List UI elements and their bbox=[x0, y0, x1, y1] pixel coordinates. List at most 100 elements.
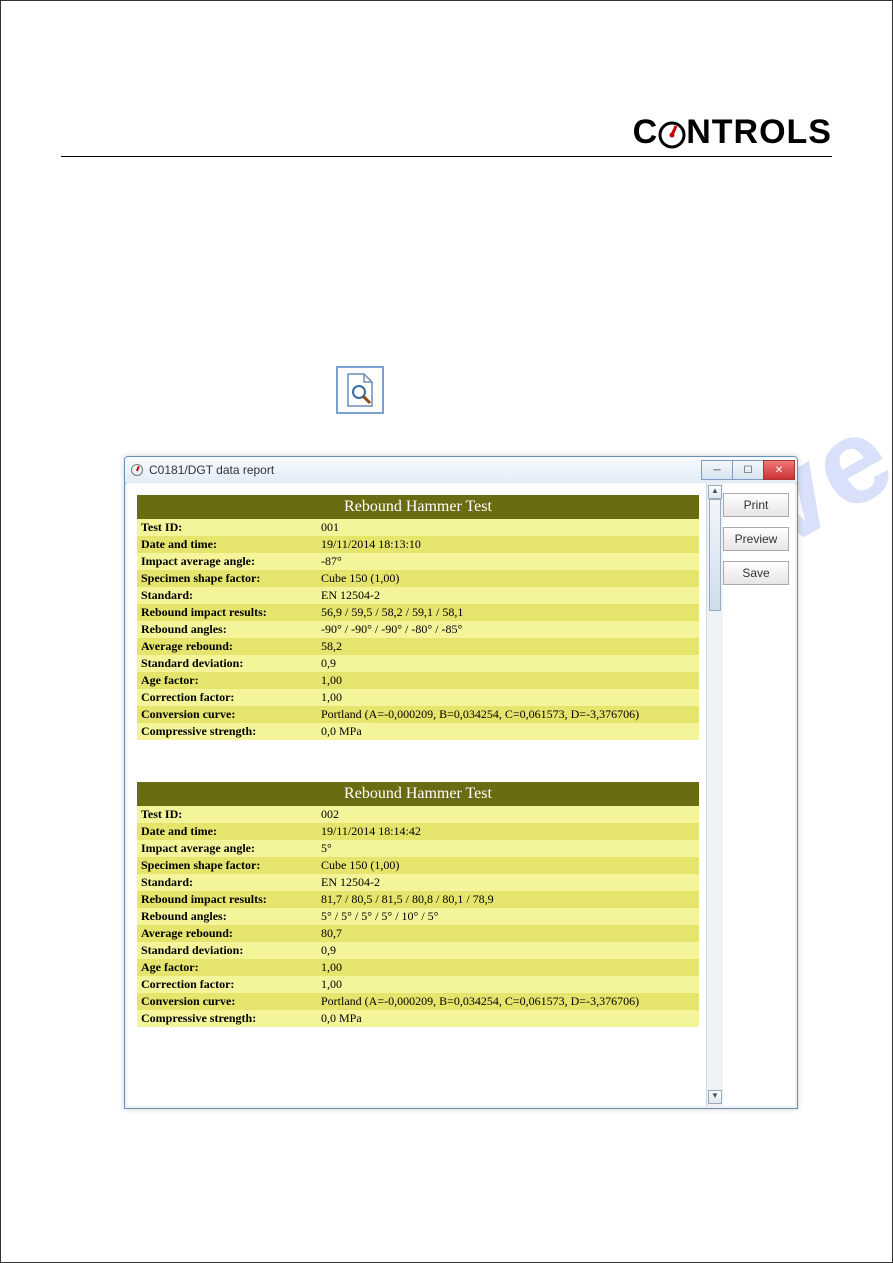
report-row: Standard:EN 12504-2 bbox=[137, 874, 699, 891]
report-block: Rebound Hammer TestTest ID:002Date and t… bbox=[137, 782, 699, 1027]
window-title: C0181/DGT data report bbox=[149, 463, 702, 477]
brand-left: C bbox=[633, 113, 659, 151]
row-label: Impact average angle: bbox=[137, 553, 317, 570]
row-value: Portland (A=-0,000209, B=0,034254, C=0,0… bbox=[317, 993, 699, 1010]
row-value: 56,9 / 59,5 / 58,2 / 59,1 / 58,1 bbox=[317, 604, 699, 621]
row-value: 19/11/2014 18:14:42 bbox=[317, 823, 699, 840]
row-value: Portland (A=-0,000209, B=0,034254, C=0,0… bbox=[317, 706, 699, 723]
report-row: Compressive strength:0,0 MPa bbox=[137, 723, 699, 740]
row-label: Standard: bbox=[137, 587, 317, 604]
row-label: Test ID: bbox=[137, 806, 317, 823]
brand-right: NTROLS bbox=[686, 113, 832, 151]
report-row: Rebound angles:5° / 5° / 5° / 5° / 10° /… bbox=[137, 908, 699, 925]
report-row: Specimen shape factor:Cube 150 (1,00) bbox=[137, 570, 699, 587]
row-value: 80,7 bbox=[317, 925, 699, 942]
print-button[interactable]: Print bbox=[723, 493, 789, 517]
preview-document-icon bbox=[336, 366, 384, 414]
row-label: Conversion curve: bbox=[137, 993, 317, 1010]
row-label: Correction factor: bbox=[137, 976, 317, 993]
row-value: 0,0 MPa bbox=[317, 723, 699, 740]
report-block: Rebound Hammer TestTest ID:001Date and t… bbox=[137, 495, 699, 740]
row-label: Conversion curve: bbox=[137, 706, 317, 723]
row-value: 0,9 bbox=[317, 655, 699, 672]
report-row: Standard:EN 12504-2 bbox=[137, 587, 699, 604]
row-value: 002 bbox=[317, 806, 699, 823]
row-label: Specimen shape factor: bbox=[137, 570, 317, 587]
row-value: 5° bbox=[317, 840, 699, 857]
report-row: Impact average angle:5° bbox=[137, 840, 699, 857]
report-row: Date and time:19/11/2014 18:13:10 bbox=[137, 536, 699, 553]
report-row: Rebound impact results:81,7 / 80,5 / 81,… bbox=[137, 891, 699, 908]
brand-logo: C NTROLS bbox=[633, 113, 832, 152]
row-value: 0,9 bbox=[317, 942, 699, 959]
minimize-button[interactable]: ─ bbox=[701, 460, 733, 480]
scroll-down-arrow[interactable]: ▼ bbox=[708, 1090, 722, 1104]
row-label: Test ID: bbox=[137, 519, 317, 536]
report-row: Correction factor:1,00 bbox=[137, 689, 699, 706]
row-label: Rebound impact results: bbox=[137, 891, 317, 908]
report-row: Conversion curve:Portland (A=-0,000209, … bbox=[137, 706, 699, 723]
row-value: -87° bbox=[317, 553, 699, 570]
report-heading: Rebound Hammer Test bbox=[137, 495, 699, 519]
row-value: -90° / -90° / -90° / -80° / -85° bbox=[317, 621, 699, 638]
row-label: Standard: bbox=[137, 874, 317, 891]
row-value: 1,00 bbox=[317, 976, 699, 993]
report-viewport: Rebound Hammer TestTest ID:001Date and t… bbox=[127, 483, 706, 1106]
row-label: Compressive strength: bbox=[137, 723, 317, 740]
row-value: 1,00 bbox=[317, 672, 699, 689]
report-row: Correction factor:1,00 bbox=[137, 976, 699, 993]
row-value: 19/11/2014 18:13:10 bbox=[317, 536, 699, 553]
scroll-up-arrow[interactable]: ▲ bbox=[708, 485, 722, 499]
titlebar[interactable]: C0181/DGT data report ─ ☐ ✕ bbox=[125, 457, 797, 484]
report-row: Standard deviation:0,9 bbox=[137, 655, 699, 672]
row-label: Standard deviation: bbox=[137, 942, 317, 959]
row-label: Compressive strength: bbox=[137, 1010, 317, 1027]
row-value: 0,0 MPa bbox=[317, 1010, 699, 1027]
report-row: Average rebound:58,2 bbox=[137, 638, 699, 655]
report-row: Age factor:1,00 bbox=[137, 672, 699, 689]
row-label: Age factor: bbox=[137, 959, 317, 976]
row-label: Rebound impact results: bbox=[137, 604, 317, 621]
vertical-scrollbar[interactable]: ▲ ▼ bbox=[706, 483, 723, 1106]
report-heading: Rebound Hammer Test bbox=[137, 782, 699, 806]
row-label: Rebound angles: bbox=[137, 621, 317, 638]
scroll-track[interactable] bbox=[708, 499, 722, 1090]
app-icon bbox=[131, 464, 143, 476]
maximize-button[interactable]: ☐ bbox=[732, 460, 764, 480]
save-button[interactable]: Save bbox=[723, 561, 789, 585]
row-value: 5° / 5° / 5° / 5° / 10° / 5° bbox=[317, 908, 699, 925]
report-row: Average rebound:80,7 bbox=[137, 925, 699, 942]
report-row: Impact average angle:-87° bbox=[137, 553, 699, 570]
header-divider bbox=[61, 156, 832, 157]
preview-button[interactable]: Preview bbox=[723, 527, 789, 551]
row-label: Standard deviation: bbox=[137, 655, 317, 672]
row-label: Correction factor: bbox=[137, 689, 317, 706]
report-row: Compressive strength:0,0 MPa bbox=[137, 1010, 699, 1027]
report-row: Test ID:002 bbox=[137, 806, 699, 823]
row-value: EN 12504-2 bbox=[317, 587, 699, 604]
report-row: Date and time:19/11/2014 18:14:42 bbox=[137, 823, 699, 840]
row-label: Date and time: bbox=[137, 536, 317, 553]
close-button[interactable]: ✕ bbox=[763, 460, 795, 480]
row-label: Average rebound: bbox=[137, 638, 317, 655]
report-row: Standard deviation:0,9 bbox=[137, 942, 699, 959]
row-label: Specimen shape factor: bbox=[137, 857, 317, 874]
report-row: Conversion curve:Portland (A=-0,000209, … bbox=[137, 993, 699, 1010]
report-row: Test ID:001 bbox=[137, 519, 699, 536]
row-label: Average rebound: bbox=[137, 925, 317, 942]
row-value: EN 12504-2 bbox=[317, 874, 699, 891]
row-label: Rebound angles: bbox=[137, 908, 317, 925]
row-value: Cube 150 (1,00) bbox=[317, 570, 699, 587]
report-row: Specimen shape factor:Cube 150 (1,00) bbox=[137, 857, 699, 874]
scroll-thumb[interactable] bbox=[709, 499, 721, 611]
row-value: 81,7 / 80,5 / 81,5 / 80,8 / 80,1 / 78,9 bbox=[317, 891, 699, 908]
report-window: C0181/DGT data report ─ ☐ ✕ Rebound Hamm… bbox=[124, 456, 798, 1109]
row-label: Date and time: bbox=[137, 823, 317, 840]
gauge-icon bbox=[658, 121, 686, 149]
row-label: Impact average angle: bbox=[137, 840, 317, 857]
row-label: Age factor: bbox=[137, 672, 317, 689]
row-value: 1,00 bbox=[317, 959, 699, 976]
row-value: Cube 150 (1,00) bbox=[317, 857, 699, 874]
report-row: Rebound impact results:56,9 / 59,5 / 58,… bbox=[137, 604, 699, 621]
report-row: Rebound angles:-90° / -90° / -90° / -80°… bbox=[137, 621, 699, 638]
